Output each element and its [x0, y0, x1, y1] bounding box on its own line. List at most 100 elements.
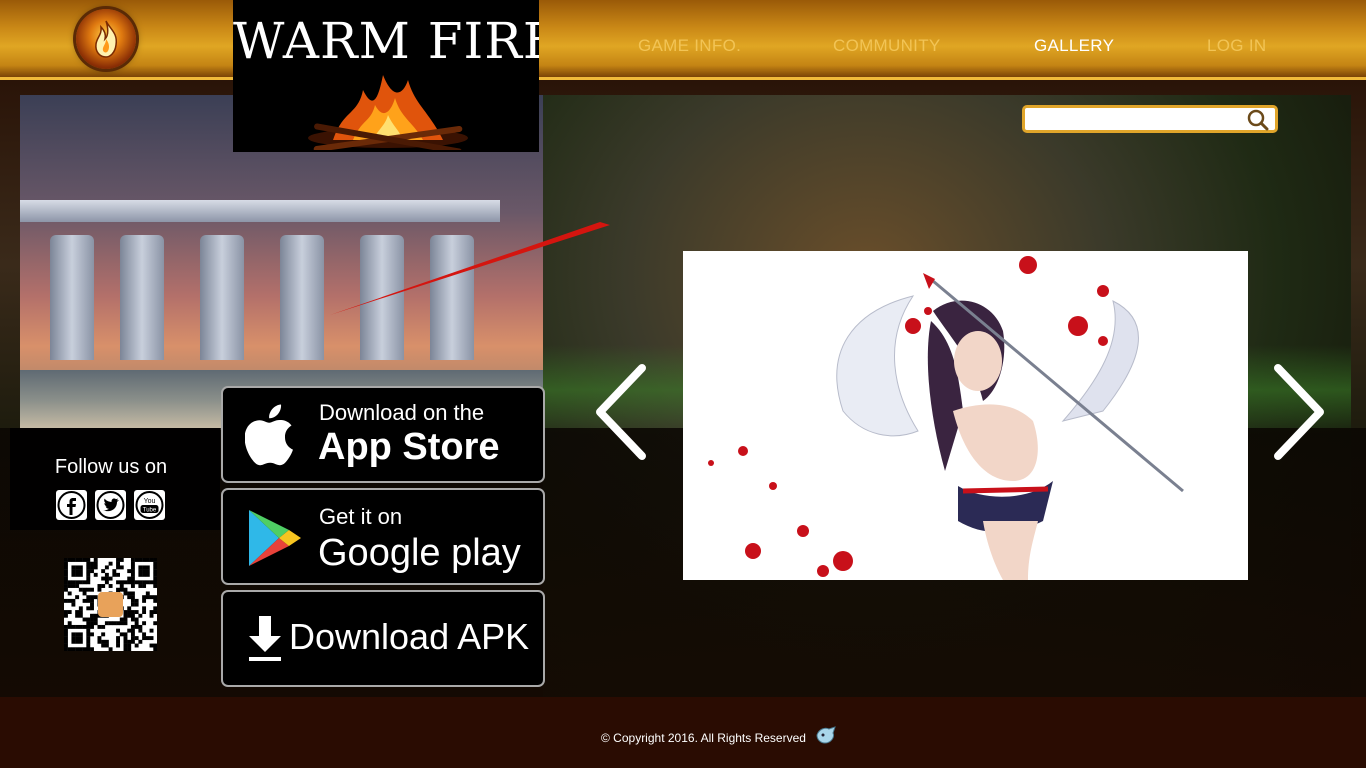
qr-module	[67, 580, 72, 585]
gallery-image[interactable]	[683, 251, 1248, 580]
qr-module	[71, 580, 76, 585]
qr-module	[145, 558, 150, 562]
qr-module	[138, 572, 143, 577]
facebook-icon[interactable]	[56, 490, 87, 520]
qr-module	[104, 576, 109, 581]
qr-module	[138, 639, 143, 644]
qr-module	[142, 598, 147, 603]
qr-module	[119, 565, 124, 570]
carousel-next-arrow[interactable]	[1272, 362, 1328, 467]
qr-module	[142, 580, 147, 585]
qr-module	[130, 613, 135, 618]
google-play-button[interactable]: Get it on Google play	[221, 488, 545, 585]
qr-code	[64, 558, 158, 652]
qr-module	[86, 624, 91, 629]
qr-module	[123, 613, 128, 618]
nav-community[interactable]: COMMUNITY	[833, 36, 941, 56]
download-apk-button[interactable]: Download APK	[221, 590, 545, 687]
qr-module	[116, 639, 120, 644]
carousel-prev-arrow[interactable]	[592, 362, 648, 467]
angel-warrior-artwork	[708, 256, 1184, 580]
qr-module	[64, 598, 68, 603]
qr-module	[153, 606, 158, 611]
qr-module	[93, 572, 98, 577]
qr-module	[149, 595, 154, 600]
qr-module	[108, 576, 113, 581]
qr-module	[134, 624, 139, 629]
qr-module	[153, 610, 158, 614]
top-nav-bar: GAME INFO. COMMUNITY GALLERY LOG IN	[0, 0, 1366, 80]
app-store-line2: App Store	[318, 426, 500, 468]
twitter-icon[interactable]	[95, 490, 126, 520]
qr-module	[64, 580, 68, 585]
qr-module	[71, 584, 76, 588]
qr-module	[108, 621, 113, 626]
qr-module	[108, 647, 113, 652]
qr-module	[112, 621, 117, 626]
download-apk-label: Download APK	[289, 616, 530, 657]
qr-module	[82, 624, 87, 629]
qr-module	[130, 580, 135, 585]
qr-module	[90, 602, 94, 607]
qr-module	[86, 628, 91, 633]
qr-module	[142, 606, 147, 611]
qr-module	[123, 587, 128, 592]
qr-module	[71, 632, 76, 637]
qr-module	[142, 595, 147, 600]
qr-module	[134, 621, 139, 626]
qr-module	[86, 643, 91, 648]
site-title-logo[interactable]: WARM FIRE	[233, 0, 539, 152]
qr-module	[90, 569, 94, 574]
qr-module	[127, 639, 132, 644]
qr-module	[97, 636, 102, 641]
qr-module	[86, 580, 91, 585]
qr-module	[153, 580, 158, 585]
google-play-line2: Google play	[318, 532, 521, 574]
nav-game-info[interactable]: GAME INFO.	[638, 36, 741, 56]
qr-module	[104, 572, 109, 577]
search-input[interactable]	[1031, 110, 1245, 132]
svg-text:You: You	[144, 498, 156, 505]
nav-log-in[interactable]: LOG IN	[1207, 36, 1266, 56]
qr-module	[78, 569, 83, 574]
app-store-button[interactable]: Download on the App Store	[221, 386, 545, 483]
qr-module	[86, 621, 91, 626]
qr-module	[82, 647, 87, 652]
qr-module	[86, 598, 91, 603]
flame-icon	[95, 20, 118, 58]
qr-module	[138, 624, 143, 629]
nav-gallery[interactable]: GALLERY	[1034, 36, 1114, 56]
qr-module	[127, 580, 132, 585]
qr-module	[119, 584, 124, 588]
copyright-text: © Copyright 2016. All Rights Reserved	[601, 731, 806, 745]
qr-module	[86, 636, 91, 641]
qr-module	[123, 580, 128, 585]
qr-module	[123, 647, 128, 652]
qr-module	[116, 565, 120, 570]
search-box	[1022, 105, 1278, 133]
svg-text:Tube: Tube	[143, 508, 157, 514]
qr-module	[153, 595, 158, 600]
qr-module	[142, 610, 147, 614]
qr-module	[71, 569, 76, 574]
qr-module	[153, 572, 158, 577]
qr-module	[130, 558, 135, 562]
qr-module	[78, 606, 83, 611]
qr-module	[67, 647, 72, 652]
qr-module	[138, 558, 143, 562]
qr-module	[75, 636, 80, 641]
qr-module	[142, 572, 147, 577]
qr-module	[75, 565, 80, 570]
qr-module	[153, 558, 158, 562]
qr-module	[93, 561, 98, 566]
qr-module	[116, 580, 120, 585]
search-icon[interactable]	[1247, 109, 1269, 136]
qr-module	[71, 565, 76, 570]
qr-module	[101, 643, 106, 648]
qr-module	[149, 580, 154, 585]
fire-emblem-logo[interactable]	[76, 9, 136, 69]
youtube-icon[interactable]: You Tube	[134, 490, 165, 520]
qr-module	[78, 632, 83, 637]
qr-module	[78, 558, 83, 562]
qr-module	[145, 595, 150, 600]
